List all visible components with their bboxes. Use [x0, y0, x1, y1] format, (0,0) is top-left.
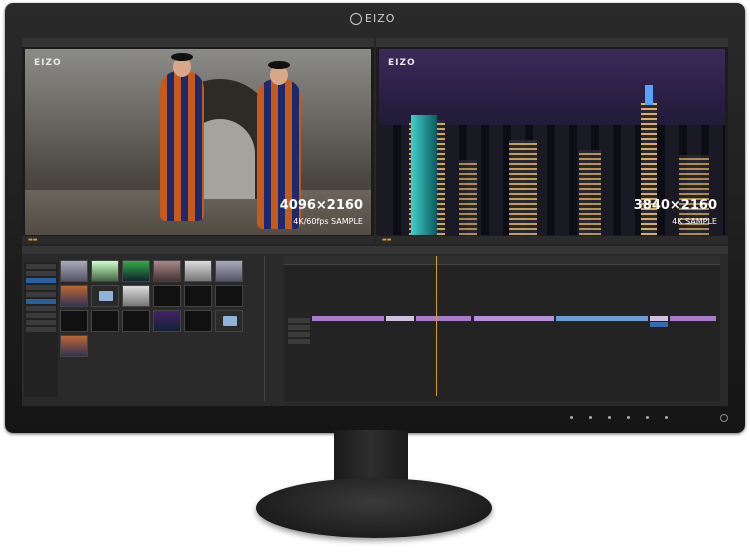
media-thumbnail[interactable]	[122, 310, 150, 332]
source-monitor-tab[interactable]	[22, 38, 374, 47]
video-watermark: EIZO	[388, 58, 416, 68]
media-thumbnail[interactable]	[91, 260, 119, 282]
track-header[interactable]	[288, 325, 310, 330]
guard-figure-left	[160, 71, 204, 221]
brand-logo: EIZO	[350, 12, 395, 25]
timeline-clip[interactable]	[312, 316, 384, 321]
video-watermark: EIZO	[34, 58, 62, 68]
media-thumbnail[interactable]	[184, 310, 212, 332]
timeline-clip[interactable]	[670, 316, 716, 321]
control-button[interactable]	[589, 416, 592, 419]
folder-icon[interactable]	[91, 285, 119, 307]
media-thumbnail[interactable]	[184, 285, 212, 307]
timeline-clip[interactable]	[386, 316, 414, 321]
resolution-label: 3840×2160	[633, 198, 717, 213]
timeline-clip[interactable]	[650, 316, 668, 321]
media-thumbnail-grid	[60, 260, 246, 357]
source-timecode: ▬▬	[28, 237, 38, 243]
tree-item[interactable]	[26, 285, 56, 290]
tree-item[interactable]	[26, 292, 56, 297]
tree-item[interactable]	[26, 313, 56, 318]
timeline-clip[interactable]	[416, 316, 471, 321]
project-bin-tree[interactable]	[24, 262, 58, 397]
glass-tower	[411, 115, 437, 235]
monitor-stand-base	[256, 478, 492, 538]
media-thumbnail[interactable]	[60, 335, 88, 357]
program-timecode: ▬▬	[382, 237, 392, 243]
building	[509, 140, 537, 235]
brand-label: EIZO	[365, 12, 396, 25]
media-thumbnail[interactable]	[153, 310, 181, 332]
timeline-clip[interactable]	[474, 316, 554, 321]
tree-item-selected[interactable]	[26, 278, 56, 283]
tree-item[interactable]	[26, 320, 56, 325]
eizo-logo-icon	[350, 12, 362, 25]
timeline-ruler[interactable]	[284, 256, 720, 265]
media-thumbnail[interactable]	[60, 285, 88, 307]
playhead[interactable]	[436, 256, 437, 396]
folder-icon[interactable]	[215, 310, 243, 332]
media-thumbnail[interactable]	[153, 285, 181, 307]
track-header[interactable]	[288, 318, 310, 323]
control-button[interactable]	[665, 416, 668, 419]
source-monitor-panel: EIZO 4096×2160 4K/60fps SAMPLE ▬▬	[22, 38, 374, 244]
program-video-frame[interactable]: EIZO 3840×2160 4K SAMPLE	[379, 49, 725, 235]
monitor-stand-neck	[334, 430, 408, 485]
track-header[interactable]	[288, 332, 310, 337]
lower-workspace	[22, 246, 728, 406]
building	[579, 150, 601, 235]
media-thumbnail[interactable]	[184, 260, 212, 282]
track-header[interactable]	[288, 339, 310, 344]
program-monitor-tab[interactable]	[376, 38, 728, 47]
timeline-clip[interactable]	[556, 316, 648, 321]
track-headers	[288, 316, 310, 346]
control-button[interactable]	[608, 416, 611, 419]
tree-item[interactable]	[26, 271, 56, 276]
sample-caption: 4K/60fps SAMPLE	[293, 217, 363, 226]
media-thumbnail[interactable]	[60, 310, 88, 332]
project-panel-header[interactable]	[22, 246, 728, 254]
media-thumbnail[interactable]	[122, 260, 150, 282]
tree-item[interactable]	[26, 306, 56, 311]
beret-left	[171, 53, 193, 61]
media-thumbnail[interactable]	[122, 285, 150, 307]
building-spire	[645, 85, 653, 105]
media-thumbnail[interactable]	[60, 260, 88, 282]
program-transport-bar[interactable]: ▬▬	[376, 236, 728, 244]
media-thumbnail[interactable]	[153, 260, 181, 282]
tree-item-selected[interactable]	[26, 299, 56, 304]
media-thumbnail[interactable]	[91, 310, 119, 332]
resolution-label: 4096×2160	[279, 198, 363, 213]
tree-item[interactable]	[26, 264, 56, 269]
timeline-panel[interactable]	[284, 256, 720, 401]
source-transport-bar[interactable]: ▬▬	[22, 236, 374, 244]
program-monitor-panel: EIZO 3840×2160 4K SAMPLE ▬▬	[376, 38, 728, 244]
media-thumbnail[interactable]	[215, 285, 243, 307]
monitor-control-buttons	[570, 416, 668, 419]
power-button-icon[interactable]	[720, 414, 728, 422]
timeline-clip[interactable]	[650, 322, 668, 327]
editing-app-screen: EIZO 4096×2160 4K/60fps SAMPLE ▬▬ EIZO 3…	[22, 38, 728, 406]
empire-state-building	[641, 100, 657, 235]
tree-item[interactable]	[26, 327, 56, 332]
control-button[interactable]	[646, 416, 649, 419]
beret-right	[268, 61, 290, 69]
panel-divider[interactable]	[264, 256, 265, 401]
control-button[interactable]	[627, 416, 630, 419]
sample-caption: 4K SAMPLE	[672, 217, 717, 226]
building	[459, 160, 477, 235]
control-button[interactable]	[570, 416, 573, 419]
media-thumbnail[interactable]	[215, 260, 243, 282]
source-video-frame[interactable]: EIZO 4096×2160 4K/60fps SAMPLE	[25, 49, 371, 235]
